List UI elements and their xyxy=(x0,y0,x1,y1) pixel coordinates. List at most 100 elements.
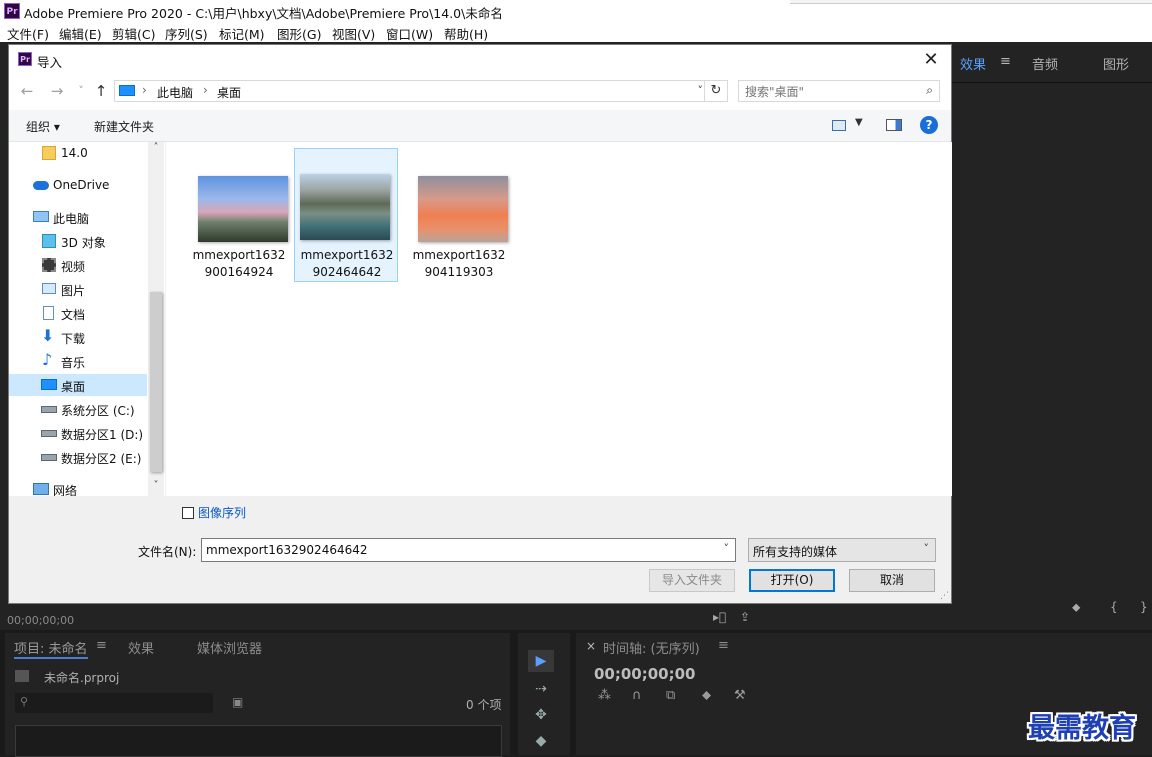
filename-value[interactable]: mmexport1632902464642 xyxy=(206,543,368,557)
refresh-icon[interactable]: ↻ xyxy=(704,81,727,101)
add-marker-icon[interactable]: ⬥ xyxy=(702,688,711,703)
sidebar-item-this-pc[interactable]: 此电脑 xyxy=(9,206,147,228)
recent-locations-button[interactable]: ˅ xyxy=(71,81,91,101)
menu-file[interactable]: 文件(F) xyxy=(7,24,49,43)
sidebar-item-label: 桌面 xyxy=(61,380,86,394)
preview-pane-icon[interactable] xyxy=(886,119,902,131)
search-input[interactable] xyxy=(743,83,917,101)
tab-project-menu[interactable]: ≡ xyxy=(96,638,107,653)
sidebar-item-drive-d[interactable]: 数据分区1 (D:) xyxy=(9,422,147,444)
forward-button[interactable]: → xyxy=(47,81,67,101)
breadcrumb-separator[interactable]: › xyxy=(203,83,208,97)
sidebar-item-videos[interactable]: 视频 xyxy=(9,254,147,276)
file-type-select[interactable]: 所有支持的媒体 ˅ xyxy=(748,538,936,562)
back-button[interactable]: ← xyxy=(17,81,37,101)
timeline-timecode[interactable]: 00;00;00;00 xyxy=(594,665,696,683)
insert-icon[interactable]: ▸⃞ xyxy=(713,610,726,624)
up-folder-button[interactable]: ↑ xyxy=(91,81,111,101)
open-button[interactable]: 打开(O) xyxy=(749,569,835,592)
cancel-button[interactable]: 取消 xyxy=(849,569,935,592)
tab-effects-menu[interactable]: ≡ xyxy=(1000,54,1011,69)
sidebar-item-3d-objects[interactable]: 3D 对象 xyxy=(9,230,147,252)
menu-view[interactable]: 视图(V) xyxy=(332,24,375,43)
new-folder-button[interactable]: 新建文件夹 xyxy=(94,118,154,135)
menu-window[interactable]: 窗口(W) xyxy=(386,24,433,43)
source-timecode: 00;00;00;00 xyxy=(7,614,75,627)
view-mode-icon[interactable] xyxy=(832,120,846,131)
track-select-tool-icon[interactable]: ⇢ xyxy=(528,678,554,700)
menu-edit[interactable]: 编辑(E) xyxy=(59,24,102,43)
sidebar-item-music[interactable]: ♪ 音乐 xyxy=(9,350,147,372)
chevron-down-icon[interactable]: ▼ xyxy=(855,117,863,128)
import-folder-button[interactable]: 导入文件夹 xyxy=(649,569,735,592)
settings-wrench-icon[interactable]: ⚒ xyxy=(734,688,746,703)
breadcrumb-separator[interactable]: › xyxy=(142,83,147,97)
mark-in-icon[interactable]: { xyxy=(1110,600,1118,614)
sidebar-item-drive-e[interactable]: 数据分区2 (E:) xyxy=(9,446,147,468)
file-item[interactable]: mmexport1632 904119303 xyxy=(406,148,510,282)
nest-icon[interactable]: ⁂ xyxy=(598,688,611,703)
chevron-down-icon[interactable]: ˅ xyxy=(148,480,164,496)
menu-help[interactable]: 帮助(H) xyxy=(444,24,488,43)
chevron-down-icon[interactable]: ˅ xyxy=(724,542,730,555)
organize-button[interactable]: 组织 ▾ xyxy=(26,118,60,135)
tab-graphics[interactable]: 图形 xyxy=(1103,54,1129,73)
close-icon[interactable]: ✕ xyxy=(919,49,943,71)
dialog-title-bar: Pr 导入 ✕ xyxy=(9,45,951,75)
file-item[interactable]: mmexport1632 902464642 xyxy=(294,148,398,282)
address-bar[interactable]: › 此电脑 › 桌面 ˅ ↻ xyxy=(114,80,728,102)
scrollbar-thumb[interactable] xyxy=(150,292,162,472)
sidebar-item-label: 音乐 xyxy=(61,356,86,370)
image-sequence-checkbox[interactable] xyxy=(182,507,194,519)
selection-tool-icon[interactable]: ▶ xyxy=(528,650,554,672)
drive-icon xyxy=(41,430,57,437)
tab-timeline[interactable]: 时间轴: (无序列) xyxy=(603,638,700,657)
mark-out-icon[interactable]: } xyxy=(1140,600,1148,614)
resize-grip-icon[interactable]: ⋰ xyxy=(940,591,949,601)
menu-clip[interactable]: 剪辑(C) xyxy=(112,24,155,43)
chevron-up-icon[interactable]: ˄ xyxy=(148,142,164,158)
filename-field[interactable]: mmexport1632902464642 ˅ xyxy=(201,538,736,562)
nav-scrollbar[interactable]: ˄ ˅ xyxy=(148,142,164,496)
tab-media-browser[interactable]: 媒体浏览器 xyxy=(197,638,262,657)
sidebar-item-onedrive[interactable]: OneDrive xyxy=(9,174,147,196)
breadcrumb-desktop[interactable]: 桌面 xyxy=(217,84,241,101)
menu-graphics[interactable]: 图形(G) xyxy=(277,24,321,43)
sidebar-item-drive-c[interactable]: 系统分区 (C:) xyxy=(9,398,147,420)
tab-project[interactable]: 项目: 未命名 xyxy=(14,638,88,659)
sidebar-item-downloads[interactable]: ⬇ 下载 xyxy=(9,326,147,348)
bin-icon[interactable]: ▣ xyxy=(232,695,243,709)
tab-audio[interactable]: 音频 xyxy=(1032,54,1058,73)
export-frame-icon[interactable]: ⇪ xyxy=(740,610,750,624)
chevron-down-icon[interactable]: ˅ xyxy=(924,542,930,555)
sidebar-item-label: 3D 对象 xyxy=(61,236,106,250)
menu-sequence[interactable]: 序列(S) xyxy=(165,24,208,43)
sidebar-item-documents[interactable]: 文档 xyxy=(9,302,147,324)
sidebar-item-pictures[interactable]: 图片 xyxy=(9,278,147,300)
marker-icon[interactable]: ⬥ xyxy=(1072,600,1080,615)
drive-icon xyxy=(41,454,57,461)
import-dialog: Pr 导入 ✕ ← → ˅ ↑ › 此电脑 › 桌面 ˅ ↻ ⌕ 组织 ▾ 新建… xyxy=(8,44,952,604)
timeline-menu-icon[interactable]: ≡ xyxy=(718,638,729,653)
search-box[interactable]: ⌕ xyxy=(738,80,940,102)
project-list[interactable] xyxy=(15,725,502,757)
chevron-down-icon[interactable]: ˅ xyxy=(698,84,704,97)
sidebar-item-14-0[interactable]: 14.0 xyxy=(9,142,147,164)
sidebar-item-label: 下载 xyxy=(61,332,86,346)
project-search-input[interactable]: ⚲ xyxy=(15,693,213,713)
tab-effects[interactable]: 效果 xyxy=(960,54,986,73)
linked-selection-icon[interactable]: ⧉ xyxy=(666,688,675,703)
help-icon[interactable]: ? xyxy=(920,116,938,134)
premiere-logo-icon: Pr xyxy=(4,3,20,19)
tab-effects-bottom[interactable]: 效果 xyxy=(128,638,154,657)
ripple-edit-tool-icon[interactable]: ✥ xyxy=(528,704,554,726)
breadcrumb-this-pc[interactable]: 此电脑 xyxy=(157,84,193,101)
image-sequence-label[interactable]: 图像序列 xyxy=(198,504,246,521)
sidebar-item-desktop[interactable]: 桌面 xyxy=(9,374,147,396)
razor-tool-icon[interactable]: ◆ xyxy=(528,730,554,752)
timeline-close-icon[interactable]: × xyxy=(586,639,596,653)
menu-marker[interactable]: 标记(M) xyxy=(219,24,265,43)
file-item[interactable]: mmexport1632 900164924 xyxy=(186,148,290,282)
file-list: mmexport1632 900164924 mmexport1632 9024… xyxy=(165,142,952,496)
snap-icon[interactable]: ∩ xyxy=(632,688,642,703)
